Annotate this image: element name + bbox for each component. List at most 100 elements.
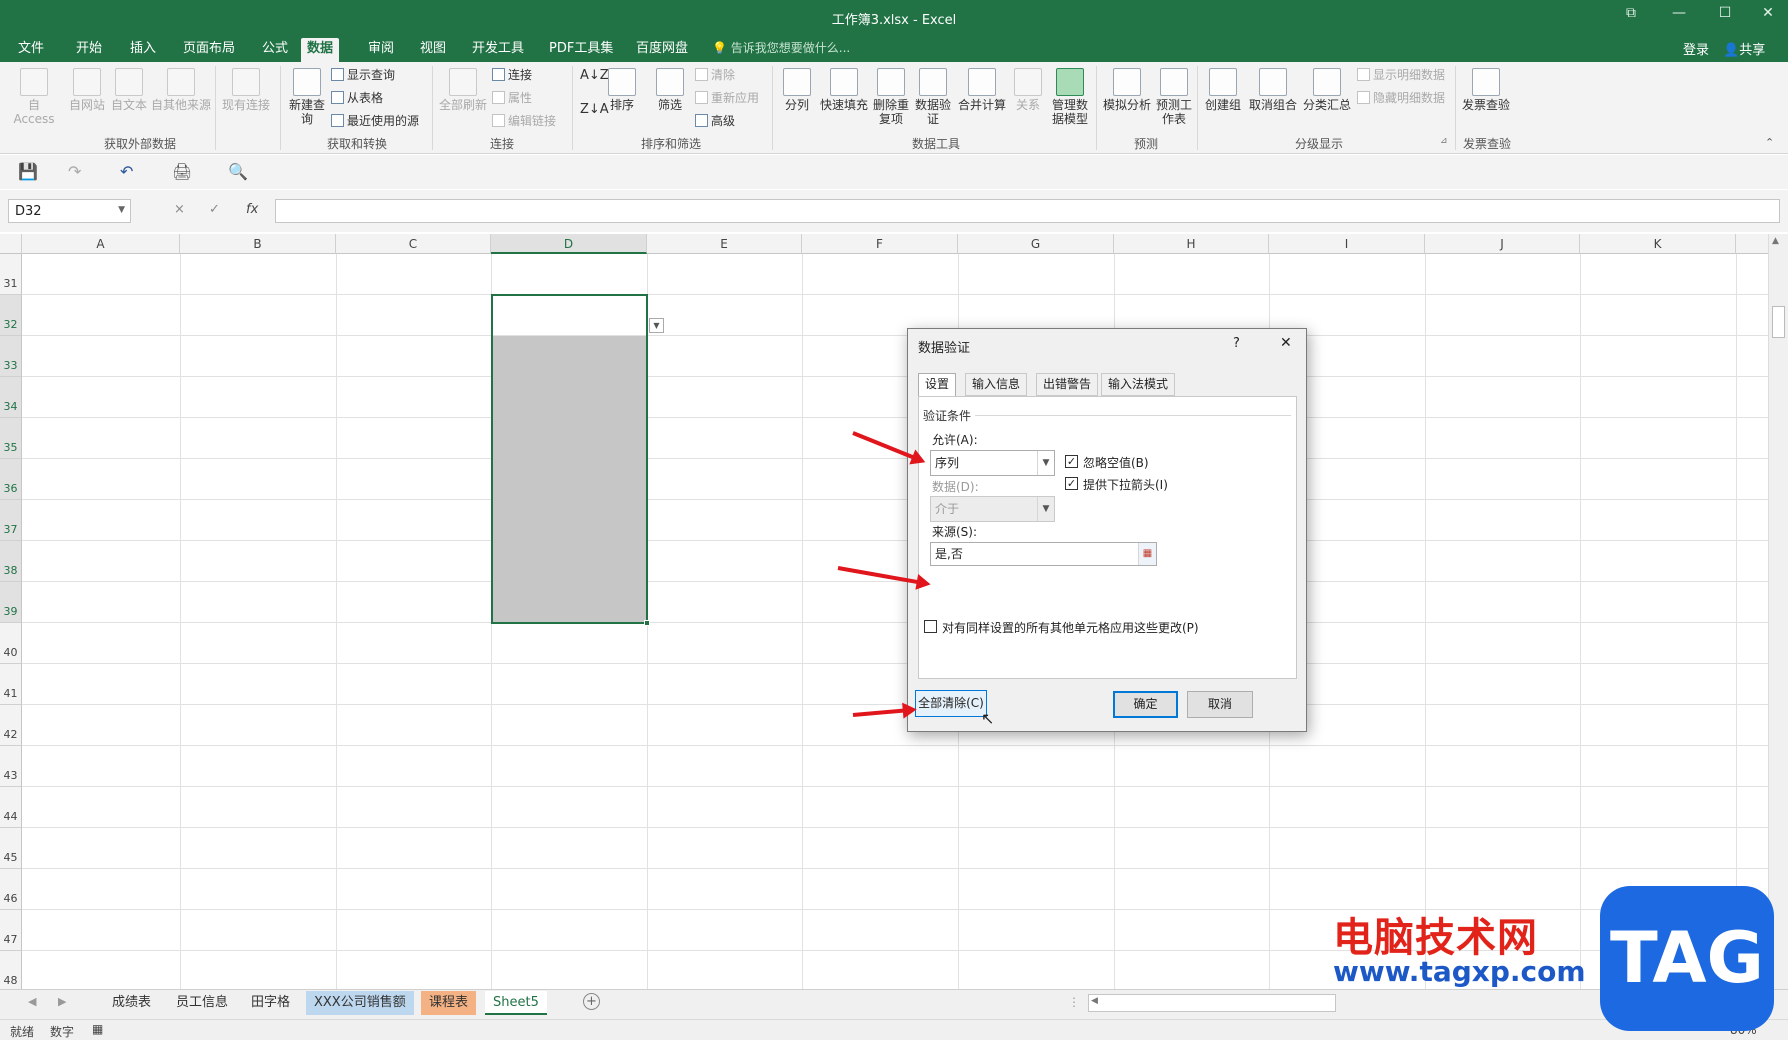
- tab-file[interactable]: 文件: [12, 38, 50, 62]
- scroll-left-icon[interactable]: ◀: [1091, 996, 1098, 1006]
- dropdown-arrow-checkbox[interactable]: ✓: [1065, 477, 1078, 490]
- tell-me-box[interactable]: 💡 告诉我您想要做什么...: [712, 39, 850, 56]
- row-header-42[interactable]: 42: [0, 705, 22, 746]
- row-header-33[interactable]: 33: [0, 336, 22, 377]
- collapse-ribbon-icon[interactable]: ⌃: [1765, 136, 1774, 149]
- ungroup-button[interactable]: 取消组合: [1247, 68, 1299, 112]
- tab-home[interactable]: 开始: [70, 38, 108, 62]
- column-header-f[interactable]: F: [802, 234, 958, 254]
- sheet-tab-employees[interactable]: 员工信息: [168, 991, 236, 1015]
- reapply-button[interactable]: 重新应用: [695, 89, 759, 106]
- tab-settings[interactable]: 设置: [918, 373, 957, 397]
- macro-record-icon[interactable]: ▦: [92, 1022, 103, 1036]
- subtotal-button[interactable]: 分类汇总: [1301, 68, 1353, 112]
- row-header-34[interactable]: 34: [0, 377, 22, 418]
- consolidate-button[interactable]: 合并计算: [955, 68, 1009, 112]
- forecast-sheet-button[interactable]: 预测工作表: [1156, 68, 1192, 126]
- what-if-analysis-button[interactable]: 模拟分析: [1100, 68, 1154, 112]
- column-header-e[interactable]: E: [647, 234, 802, 254]
- column-header-c[interactable]: C: [336, 234, 491, 254]
- column-header-a[interactable]: A: [22, 234, 180, 254]
- row-header-43[interactable]: 43: [0, 746, 22, 787]
- existing-connections-button[interactable]: 现有连接: [220, 68, 272, 112]
- name-box[interactable]: D32 ▼: [8, 199, 131, 223]
- add-sheet-icon[interactable]: +: [583, 993, 600, 1010]
- help-icon[interactable]: ?: [1233, 336, 1240, 351]
- row-header-36[interactable]: 36: [0, 459, 22, 500]
- cancel-button[interactable]: 取消: [1187, 691, 1253, 718]
- row-header-40[interactable]: 40: [0, 623, 22, 664]
- text-to-columns-button[interactable]: 分列: [780, 68, 814, 112]
- row-header-45[interactable]: 45: [0, 828, 22, 869]
- allow-select[interactable]: 序列 ▼: [930, 450, 1055, 476]
- column-header-i[interactable]: I: [1269, 234, 1425, 254]
- group-button[interactable]: 创建组: [1201, 68, 1245, 112]
- row-header-41[interactable]: 41: [0, 664, 22, 705]
- tab-review[interactable]: 审阅: [362, 38, 400, 62]
- column-header-g[interactable]: G: [958, 234, 1114, 254]
- from-table-button[interactable]: 从表格: [331, 89, 383, 106]
- properties-button[interactable]: 属性: [492, 89, 532, 106]
- from-other-sources-button[interactable]: 自其他来源: [150, 68, 212, 112]
- close-window-icon[interactable]: ✕: [1753, 5, 1783, 21]
- row-header-47[interactable]: 47: [0, 910, 22, 951]
- tab-error-alert[interactable]: 出错警告: [1036, 373, 1099, 396]
- show-detail-button[interactable]: 显示明细数据: [1357, 66, 1445, 83]
- tab-developer[interactable]: 开发工具: [466, 38, 530, 62]
- column-header-k[interactable]: K: [1580, 234, 1736, 254]
- advanced-filter-button[interactable]: 高级: [695, 112, 735, 129]
- cancel-formula-icon[interactable]: ×: [174, 202, 185, 217]
- connections-button[interactable]: 连接: [492, 66, 532, 83]
- ok-button[interactable]: 确定: [1113, 691, 1178, 718]
- new-query-button[interactable]: 新建查询: [284, 68, 330, 126]
- row-header-48[interactable]: 48: [0, 951, 22, 989]
- tab-page-layout[interactable]: 页面布局: [177, 38, 241, 62]
- row-header-35[interactable]: 35: [0, 418, 22, 459]
- relationships-button[interactable]: 关系: [1011, 68, 1045, 112]
- row-header-38[interactable]: 38: [0, 541, 22, 582]
- sheet-tab-course-schedule[interactable]: 课程表: [421, 991, 477, 1015]
- name-box-dropdown-icon[interactable]: ▼: [118, 205, 125, 215]
- tab-baidu-netdisk[interactable]: 百度网盘: [630, 38, 694, 62]
- range-picker-icon[interactable]: ▦: [1138, 543, 1156, 565]
- next-sheet-icon[interactable]: ▶: [58, 995, 66, 1008]
- insert-function-icon[interactable]: fx: [246, 202, 258, 217]
- from-text-button[interactable]: 自文本: [108, 68, 150, 112]
- select-all-corner[interactable]: [0, 234, 22, 254]
- tab-input-message[interactable]: 输入信息: [965, 373, 1028, 396]
- column-header-j[interactable]: J: [1425, 234, 1580, 254]
- column-header-h[interactable]: H: [1114, 234, 1269, 254]
- row-header-37[interactable]: 37: [0, 500, 22, 541]
- share-button[interactable]: 👤共享: [1723, 39, 1765, 58]
- filter-button[interactable]: 筛选: [652, 68, 688, 112]
- close-dialog-icon[interactable]: ✕: [1280, 335, 1292, 351]
- tab-formulas[interactable]: 公式: [256, 38, 294, 62]
- from-access-button[interactable]: 自 Access: [8, 68, 60, 126]
- sheet-tab-sheet5[interactable]: Sheet5: [485, 991, 547, 1015]
- horizontal-scrollbar[interactable]: ◀: [1088, 994, 1336, 1012]
- ignore-blank-checkbox[interactable]: ✓: [1065, 455, 1078, 468]
- data-validation-button[interactable]: 数据验证: [913, 68, 953, 126]
- invoice-check-button[interactable]: 发票查验: [1462, 68, 1510, 112]
- data-select[interactable]: 介于 ▼: [930, 496, 1055, 522]
- flash-fill-button[interactable]: 快速填充: [816, 68, 872, 112]
- row-header-31[interactable]: 31: [0, 254, 22, 295]
- sheet-tab-sales[interactable]: XXX公司销售额: [306, 991, 414, 1015]
- manage-data-model-button[interactable]: 管理数据模型: [1049, 68, 1091, 126]
- row-header-46[interactable]: 46: [0, 869, 22, 910]
- cell-dropdown-icon[interactable]: ▼: [649, 318, 664, 333]
- minimize-icon[interactable]: —: [1664, 5, 1694, 21]
- from-web-button[interactable]: 自网站: [66, 68, 108, 112]
- tab-data[interactable]: 数据: [301, 38, 340, 62]
- show-queries-button[interactable]: 显示查询: [331, 66, 395, 83]
- remove-duplicates-button[interactable]: 删除重复项: [873, 68, 909, 126]
- tab-splitter-icon[interactable]: ⋮: [1068, 995, 1080, 1009]
- scroll-thumb[interactable]: [1772, 306, 1785, 338]
- formula-input[interactable]: [275, 199, 1780, 223]
- clear-all-button[interactable]: 全部清除(C): [915, 690, 987, 717]
- enter-formula-icon[interactable]: ✓: [209, 202, 220, 217]
- maximize-icon[interactable]: ☐: [1710, 5, 1740, 21]
- row-header-32[interactable]: 32: [0, 295, 22, 336]
- sheet-tab-grid-paper[interactable]: 田字格: [243, 991, 298, 1015]
- column-header-d[interactable]: D: [491, 234, 647, 254]
